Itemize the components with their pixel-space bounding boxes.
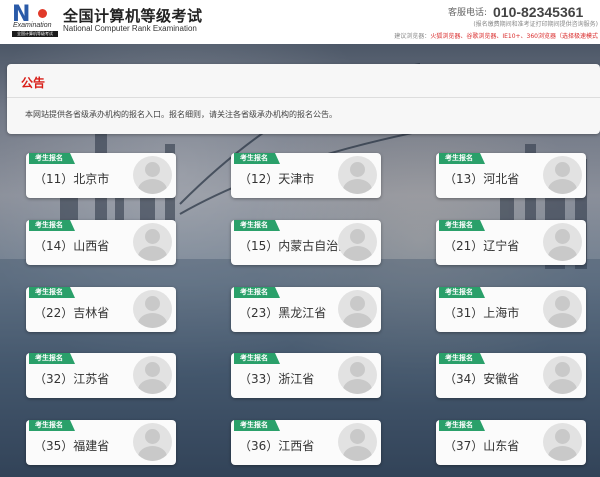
- register-tag: 考生报名: [234, 220, 280, 231]
- site-header: N Examination 全国计算机等级考试 全国计算机等级考试 Nation…: [0, 0, 600, 44]
- province-card[interactable]: 考生报名 （31）上海市: [436, 287, 586, 332]
- register-tag: 考生报名: [234, 153, 280, 164]
- province-label: （21）辽宁省: [444, 239, 520, 253]
- user-avatar-icon: [338, 156, 377, 194]
- province-label: （31）上海市: [444, 306, 520, 320]
- user-avatar-icon: [338, 423, 377, 461]
- register-tag: 考生报名: [29, 153, 75, 164]
- site-subtitle: National Computer Rank Examination: [63, 24, 197, 33]
- province-label: （11）北京市: [34, 172, 110, 186]
- province-label: （23）黑龙江省: [239, 306, 327, 320]
- notice-divider: [7, 97, 600, 98]
- user-avatar-icon: [338, 356, 377, 394]
- province-label: （36）江西省: [239, 439, 315, 453]
- province-card[interactable]: 考生报名 （37）山东省: [436, 420, 586, 465]
- province-label: （35）福建省: [34, 439, 110, 453]
- notice-text: 本网站提供各省级承办机构的报名入口。报名细则，请关注各省级承办机构的报名公告。: [25, 110, 337, 119]
- province-card[interactable]: 考生报名 （14）山西省: [26, 220, 176, 265]
- logo-bar: 全国计算机等级考试: [12, 31, 58, 37]
- register-tag: 考生报名: [439, 153, 485, 164]
- browser-tip: 建议浏览器：火狐浏览器、谷歌浏览器、IE10+、360浏览器（选择极速模式: [394, 33, 598, 41]
- province-card[interactable]: 考生报名 （23）黑龙江省: [231, 287, 381, 332]
- province-card[interactable]: 考生报名 （35）福建省: [26, 420, 176, 465]
- province-label: （37）山东省: [444, 439, 520, 453]
- register-tag: 考生报名: [29, 220, 75, 231]
- register-tag: 考生报名: [439, 287, 485, 298]
- province-label: （13）河北省: [444, 172, 520, 186]
- province-label: （22）吉林省: [34, 306, 110, 320]
- user-avatar-icon: [133, 356, 172, 394]
- notice-panel: 公告 本网站提供各省级承办机构的报名入口。报名细则，请关注各省级承办机构的报名公…: [7, 64, 600, 134]
- ncre-logo-icon[interactable]: N Examination 全国计算机等级考试: [12, 3, 58, 37]
- province-card[interactable]: 考生报名 （34）安徽省: [436, 353, 586, 398]
- province-card[interactable]: 考生报名 （36）江西省: [231, 420, 381, 465]
- user-avatar-icon: [133, 156, 172, 194]
- user-avatar-icon: [133, 223, 172, 261]
- province-label: （33）浙江省: [239, 372, 315, 386]
- province-card[interactable]: 考生报名 （11）北京市: [26, 153, 176, 198]
- user-avatar-icon: [543, 423, 582, 461]
- register-tag: 考生报名: [439, 220, 485, 231]
- province-card[interactable]: 考生报名 （15）内蒙古自治区: [231, 220, 381, 265]
- browser-tip-list: 火狐浏览器、谷歌浏览器、IE10+、360浏览器（选择极速模式: [430, 33, 598, 40]
- user-avatar-icon: [543, 356, 582, 394]
- register-tag: 考生报名: [234, 420, 280, 431]
- province-label: （12）天津市: [239, 172, 315, 186]
- register-tag: 考生报名: [439, 353, 485, 364]
- province-card[interactable]: 考生报名 （22）吉林省: [26, 287, 176, 332]
- phone-label: 客服电话:: [448, 8, 488, 18]
- register-tag: 考生报名: [234, 287, 280, 298]
- province-card[interactable]: 考生报名 （21）辽宁省: [436, 220, 586, 265]
- province-label: （34）安徽省: [444, 372, 520, 386]
- province-card[interactable]: 考生报名 （12）天津市: [231, 153, 381, 198]
- province-label: （14）山西省: [34, 239, 110, 253]
- province-card[interactable]: 考生报名 （32）江苏省: [26, 353, 176, 398]
- notice-title: 公告: [21, 76, 46, 90]
- province-label: （32）江苏省: [34, 372, 110, 386]
- register-tag: 考生报名: [29, 420, 75, 431]
- site-title: 全国计算机等级考试: [63, 7, 203, 25]
- browser-tip-prefix: 建议浏览器：: [394, 33, 431, 40]
- user-avatar-icon: [543, 156, 582, 194]
- register-tag: 考生报名: [439, 420, 485, 431]
- user-avatar-icon: [543, 290, 582, 328]
- user-avatar-icon: [133, 290, 172, 328]
- user-avatar-icon: [338, 223, 377, 261]
- logo-dot: [38, 9, 47, 18]
- phone-number: 010-82345361: [493, 4, 584, 20]
- user-avatar-icon: [338, 290, 377, 328]
- register-tag: 考生报名: [29, 287, 75, 298]
- phone-note: (报名缴费期间和准考证打印期间提供咨询服务): [473, 21, 598, 28]
- province-card[interactable]: 考生报名 （33）浙江省: [231, 353, 381, 398]
- province-card[interactable]: 考生报名 （13）河北省: [436, 153, 586, 198]
- register-tag: 考生报名: [234, 353, 280, 364]
- user-avatar-icon: [133, 423, 172, 461]
- logo-word: Examination: [13, 22, 52, 29]
- user-avatar-icon: [543, 223, 582, 261]
- province-label: （15）内蒙古自治区: [239, 239, 351, 253]
- register-tag: 考生报名: [29, 353, 75, 364]
